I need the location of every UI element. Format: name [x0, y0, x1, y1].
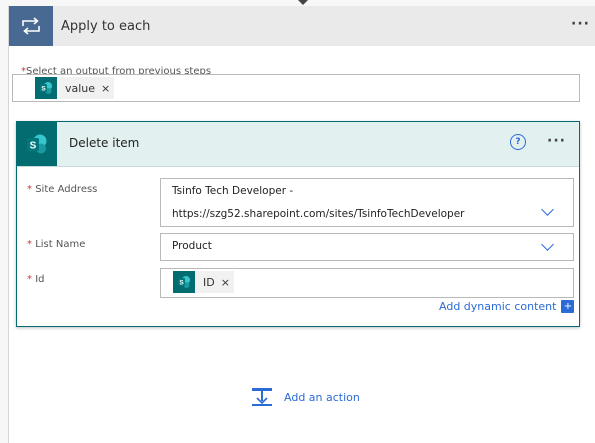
value-token-label: value	[65, 81, 96, 95]
site-address-label-text: Site Address	[35, 184, 98, 195]
list-name-label: * List Name	[27, 239, 85, 250]
help-icon[interactable]: ?	[510, 134, 526, 150]
add-dynamic-content-label: Add dynamic content	[439, 300, 557, 313]
loop-more-options-icon[interactable]: ···	[571, 16, 590, 32]
sharepoint-icon: S	[35, 77, 57, 99]
list-name-label-text: List Name	[35, 239, 86, 250]
required-marker: *	[27, 274, 32, 285]
svg-text:S: S	[30, 141, 37, 152]
id-token[interactable]: S ID ×	[173, 271, 234, 293]
sharepoint-icon: S	[173, 271, 195, 293]
output-input[interactable]: S value ×	[12, 74, 580, 102]
delete-item-card: S Delete item ? ··· * Site Address Tsinf…	[16, 121, 580, 327]
delete-item-header[interactable]: S Delete item ? ···	[17, 122, 579, 167]
id-input[interactable]: S ID ×	[160, 268, 574, 298]
svg-text:S: S	[41, 86, 46, 93]
list-name-dropdown[interactable]: Product	[160, 233, 574, 261]
id-label-text: Id	[35, 274, 45, 285]
add-an-action-button[interactable]: Add an action	[250, 386, 360, 408]
apply-to-each-header[interactable]: Apply to each ···	[9, 6, 595, 46]
remove-id-token-icon[interactable]: ×	[221, 276, 230, 289]
site-address-label: * Site Address	[27, 184, 97, 195]
add-dynamic-content-link[interactable]: Add dynamic content +	[439, 300, 575, 313]
required-marker: *	[27, 184, 32, 195]
site-address-dropdown[interactable]: Tsinfo Tech Developer - https://szg52.sh…	[160, 178, 574, 227]
sharepoint-icon: S	[17, 122, 57, 166]
remove-value-token-icon[interactable]: ×	[101, 82, 110, 95]
action-more-options-icon[interactable]: ···	[547, 133, 566, 149]
chevron-down-icon[interactable]	[541, 238, 554, 251]
site-address-url: https://szg52.sharepoint.com/sites/Tsinf…	[172, 208, 465, 220]
id-label: * Id	[27, 274, 44, 285]
required-marker: *	[27, 239, 32, 250]
loop-icon	[9, 6, 53, 46]
add-an-action-label: Add an action	[284, 390, 360, 404]
apply-to-each-title: Apply to each	[61, 18, 151, 34]
delete-item-title: Delete item	[69, 136, 140, 150]
add-action-icon	[252, 388, 272, 406]
value-token[interactable]: S value ×	[35, 77, 115, 99]
id-token-label: ID	[203, 275, 215, 289]
connector-arrow-icon	[298, 0, 308, 5]
svg-text:S: S	[179, 280, 184, 287]
list-name-value: Product	[172, 240, 212, 252]
site-address-name: Tsinfo Tech Developer -	[172, 185, 294, 197]
plus-icon: +	[561, 300, 575, 313]
chevron-down-icon[interactable]	[541, 203, 554, 216]
